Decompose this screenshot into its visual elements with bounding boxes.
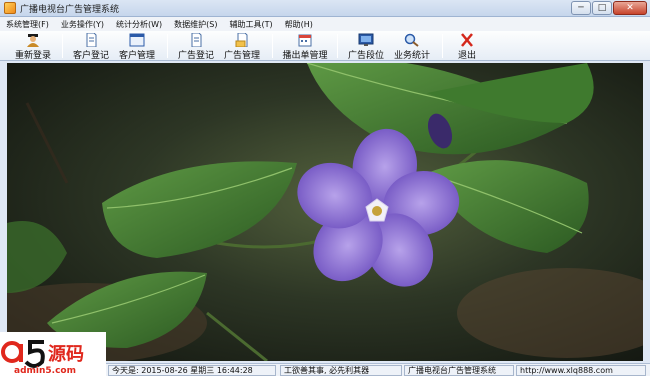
- menu-system[interactable]: 系统管理(F): [6, 19, 49, 30]
- window-icon: [129, 33, 145, 47]
- close-button[interactable]: ✕: [613, 1, 647, 15]
- ad-register-button[interactable]: 广告登记: [174, 31, 218, 61]
- document-icon: [191, 33, 202, 47]
- ad-manage-button[interactable]: 广告管理: [218, 31, 266, 61]
- menu-tools[interactable]: 辅助工具(T): [229, 19, 272, 30]
- toolbar-separator: [167, 34, 168, 58]
- customer-register-button[interactable]: 客户登记: [69, 31, 113, 61]
- relogin-button[interactable]: 重新登录: [10, 31, 56, 61]
- menu-business[interactable]: 业务操作(Y): [61, 19, 104, 30]
- menu-statistics[interactable]: 统计分析(W): [116, 19, 162, 30]
- menu-bar: 系统管理(F) 业务操作(Y) 统计分析(W) 数据维护(S) 辅助工具(T) …: [0, 17, 650, 31]
- magnifier-icon: [404, 33, 419, 47]
- status-datetime: 今天是: 2015-08-26 星期三 16:44:28: [108, 365, 276, 376]
- toolbar-separator: [62, 34, 63, 58]
- a5-watermark-logo: 源码 admin5.com: [0, 332, 106, 376]
- toolbar-separator: [442, 34, 443, 58]
- svg-text:源码: 源码: [48, 343, 84, 365]
- menu-help[interactable]: 帮助(H): [285, 19, 313, 30]
- business-stats-button[interactable]: 业务统计: [388, 31, 436, 61]
- maximize-button[interactable]: □: [592, 1, 612, 15]
- ad-slot-button[interactable]: 广告段位: [344, 31, 388, 61]
- title-bar: 广播电视台广告管理系统 ─ □ ✕: [0, 0, 650, 17]
- toolbar: 重新登录 客户登记 客户管理 广告登记 广告管理 播出单管理 广告段位 业务统计…: [0, 31, 650, 61]
- user-icon: [27, 34, 39, 47]
- toolbar-separator: [337, 34, 338, 58]
- menu-data-maintenance[interactable]: 数据维护(S): [174, 19, 217, 30]
- status-system-name: 广播电视台广告管理系统: [404, 365, 514, 376]
- exit-button[interactable]: 退出: [449, 31, 485, 61]
- status-motto: 工欲善其事, 必先利其器: [280, 365, 402, 376]
- minimize-button[interactable]: ─: [571, 1, 591, 15]
- app-icon: [4, 2, 16, 14]
- close-icon: [461, 33, 473, 47]
- toolbar-separator: [272, 34, 273, 58]
- periwinkle-flower-photo: [7, 63, 643, 361]
- document-folder-icon: [235, 33, 248, 47]
- document-icon: [86, 33, 97, 47]
- svg-text:admin5.com: admin5.com: [14, 366, 76, 376]
- monitor-icon: [358, 33, 374, 46]
- broadcast-list-button[interactable]: 播出单管理: [279, 31, 331, 61]
- status-url: http://www.xlq888.com: [516, 365, 646, 376]
- customer-manage-button[interactable]: 客户管理: [113, 31, 161, 61]
- window-title: 广播电视台广告管理系统: [20, 4, 120, 15]
- calendar-icon: [298, 34, 312, 47]
- background-image: [7, 63, 643, 361]
